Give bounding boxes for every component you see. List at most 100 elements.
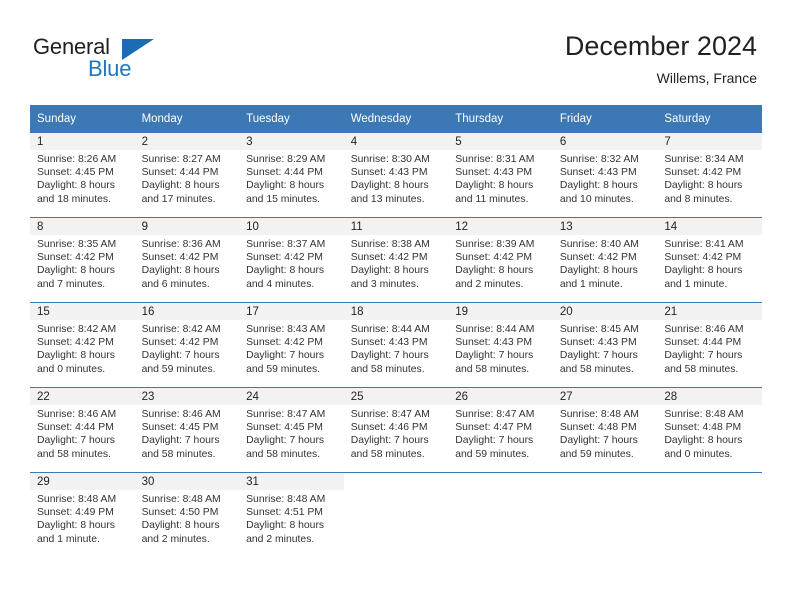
- day-cell[interactable]: 6 Sunrise: 8:32 AM Sunset: 4:43 PM Dayli…: [552, 133, 658, 218]
- day-cell[interactable]: 26 Sunrise: 8:47 AM Sunset: 4:47 PM Dayl…: [448, 387, 553, 473]
- sunset-text: Sunset: 4:46 PM: [350, 422, 428, 434]
- day-number: 16: [134, 303, 240, 320]
- day-cell[interactable]: 17 Sunrise: 8:43 AM Sunset: 4:42 PM Dayl…: [239, 302, 344, 388]
- daylight-text-line1: Daylight: 8 hours: [455, 265, 534, 277]
- day-cell[interactable]: 15 Sunrise: 8:42 AM Sunset: 4:42 PM Dayl…: [30, 302, 135, 388]
- calendar-table: Sunday Monday Tuesday Wednesday Thursday…: [30, 105, 762, 557]
- day-number: 3: [239, 133, 344, 150]
- day-details: Sunrise: 8:48 AM Sunset: 4:48 PM Dayligh…: [553, 405, 658, 461]
- day-details: Sunrise: 8:47 AM Sunset: 4:46 PM Dayligh…: [344, 405, 449, 461]
- daylight-text-line1: Daylight: 8 hours: [37, 520, 115, 532]
- day-cell[interactable]: 10 Sunrise: 8:37 AM Sunset: 4:42 PM Dayl…: [239, 217, 344, 303]
- daylight-text-line2: and 8 minutes.: [664, 193, 733, 205]
- sunrise-text: Sunrise: 8:39 AM: [455, 239, 535, 250]
- day-details: Sunrise: 8:26 AM Sunset: 4:45 PM Dayligh…: [30, 150, 135, 206]
- day-cell[interactable]: 5 Sunrise: 8:31 AM Sunset: 4:43 PM Dayli…: [448, 133, 553, 218]
- day-cell[interactable]: 25 Sunrise: 8:47 AM Sunset: 4:46 PM Dayl…: [343, 387, 449, 473]
- day-number: [344, 473, 449, 490]
- day-details: Sunrise: 8:47 AM Sunset: 4:47 PM Dayligh…: [448, 405, 553, 461]
- week-row: 1 Sunrise: 8:26 AM Sunset: 4:45 PM Dayli…: [30, 133, 762, 218]
- sunrise-text: Sunrise: 8:43 AM: [246, 324, 326, 335]
- daylight-text-line2: and 3 minutes.: [350, 278, 419, 290]
- day-details: Sunrise: 8:41 AM Sunset: 4:42 PM Dayligh…: [657, 235, 762, 291]
- sunset-text: Sunset: 4:42 PM: [246, 337, 323, 349]
- sunset-text: Sunset: 4:42 PM: [141, 252, 219, 264]
- day-cell[interactable]: 31 Sunrise: 8:48 AM Sunset: 4:51 PM Dayl…: [239, 472, 344, 557]
- day-cell[interactable]: 21 Sunrise: 8:46 AM Sunset: 4:44 PM Dayl…: [657, 302, 762, 388]
- logo-text-blue: Blue: [88, 56, 132, 81]
- day-cell[interactable]: 12 Sunrise: 8:39 AM Sunset: 4:42 PM Dayl…: [448, 217, 553, 303]
- day-cell[interactable]: 16 Sunrise: 8:42 AM Sunset: 4:42 PM Dayl…: [134, 302, 240, 388]
- day-cell[interactable]: 7 Sunrise: 8:34 AM Sunset: 4:42 PM Dayli…: [657, 133, 762, 218]
- day-cell[interactable]: 3 Sunrise: 8:29 AM Sunset: 4:44 PM Dayli…: [239, 133, 344, 218]
- daylight-text-line2: and 59 minutes.: [246, 363, 321, 375]
- sunrise-text: Sunrise: 8:27 AM: [141, 154, 221, 165]
- day-number: 9: [134, 218, 240, 235]
- week-row: 29 Sunrise: 8:48 AM Sunset: 4:49 PM Dayl…: [30, 472, 762, 557]
- daylight-text-line2: and 58 minutes.: [141, 448, 216, 460]
- day-details: Sunrise: 8:29 AM Sunset: 4:44 PM Dayligh…: [239, 150, 344, 206]
- day-number: 30: [134, 473, 240, 490]
- day-details: Sunrise: 8:48 AM Sunset: 4:49 PM Dayligh…: [30, 490, 135, 546]
- day-number: 14: [657, 218, 762, 235]
- daylight-text-line2: and 2 minutes.: [455, 278, 524, 290]
- day-cell[interactable]: 14 Sunrise: 8:41 AM Sunset: 4:42 PM Dayl…: [657, 217, 762, 303]
- day-cell[interactable]: 20 Sunrise: 8:45 AM Sunset: 4:43 PM Dayl…: [552, 302, 658, 388]
- daylight-text-line1: Daylight: 8 hours: [246, 265, 325, 277]
- day-details: Sunrise: 8:43 AM Sunset: 4:42 PM Dayligh…: [239, 320, 344, 376]
- day-cell[interactable]: 23 Sunrise: 8:46 AM Sunset: 4:45 PM Dayl…: [134, 387, 240, 473]
- daylight-text-line2: and 1 minute.: [559, 278, 623, 290]
- day-number: [657, 473, 762, 490]
- sunrise-text: Sunrise: 8:41 AM: [664, 239, 744, 250]
- daylight-text-line2: and 58 minutes.: [37, 448, 111, 460]
- sunrise-text: Sunrise: 8:44 AM: [350, 324, 430, 335]
- daylight-text-line1: Daylight: 8 hours: [455, 180, 534, 192]
- day-cell[interactable]: 27 Sunrise: 8:48 AM Sunset: 4:48 PM Dayl…: [552, 387, 658, 473]
- day-cell[interactable]: 19 Sunrise: 8:44 AM Sunset: 4:43 PM Dayl…: [448, 302, 553, 388]
- sunset-text: Sunset: 4:42 PM: [37, 252, 114, 264]
- day-cell[interactable]: 28 Sunrise: 8:48 AM Sunset: 4:48 PM Dayl…: [657, 387, 762, 473]
- sunset-text: Sunset: 4:42 PM: [141, 337, 219, 349]
- daylight-text-line1: Daylight: 7 hours: [246, 435, 325, 447]
- day-number: [448, 473, 553, 490]
- daylight-text-line1: Daylight: 7 hours: [559, 350, 638, 362]
- day-number: 8: [30, 218, 135, 235]
- sunset-text: Sunset: 4:42 PM: [455, 252, 533, 264]
- day-number: 4: [343, 133, 449, 150]
- day-cell[interactable]: 11 Sunrise: 8:38 AM Sunset: 4:42 PM Dayl…: [343, 217, 449, 303]
- day-details: Sunrise: 8:37 AM Sunset: 4:42 PM Dayligh…: [239, 235, 344, 291]
- day-cell[interactable]: 1 Sunrise: 8:26 AM Sunset: 4:45 PM Dayli…: [30, 133, 135, 218]
- sunrise-text: Sunrise: 8:47 AM: [246, 409, 326, 420]
- daylight-text-line1: Daylight: 7 hours: [350, 435, 429, 447]
- weekday-header-row: Sunday Monday Tuesday Wednesday Thursday…: [30, 105, 762, 133]
- day-cell[interactable]: 22 Sunrise: 8:46 AM Sunset: 4:44 PM Dayl…: [30, 387, 135, 473]
- daylight-text-line2: and 58 minutes.: [246, 448, 321, 460]
- day-cell[interactable]: 13 Sunrise: 8:40 AM Sunset: 4:42 PM Dayl…: [552, 217, 658, 303]
- daylight-text-line1: Daylight: 8 hours: [141, 180, 220, 192]
- day-cell[interactable]: 30 Sunrise: 8:48 AM Sunset: 4:50 PM Dayl…: [134, 472, 240, 557]
- day-cell[interactable]: 18 Sunrise: 8:44 AM Sunset: 4:43 PM Dayl…: [343, 302, 449, 388]
- sunrise-text: Sunrise: 8:47 AM: [455, 409, 535, 420]
- day-details: Sunrise: 8:35 AM Sunset: 4:42 PM Dayligh…: [30, 235, 135, 291]
- day-cell[interactable]: 29 Sunrise: 8:48 AM Sunset: 4:49 PM Dayl…: [30, 472, 135, 557]
- daylight-text-line2: and 58 minutes.: [664, 363, 739, 375]
- sunset-text: Sunset: 4:44 PM: [664, 337, 742, 349]
- sunrise-text: Sunrise: 8:35 AM: [37, 239, 117, 250]
- day-cell[interactable]: 8 Sunrise: 8:35 AM Sunset: 4:42 PM Dayli…: [30, 217, 135, 303]
- location-subtitle: Willems, France: [656, 70, 757, 86]
- day-number: 28: [657, 388, 762, 405]
- sunrise-text: Sunrise: 8:29 AM: [246, 154, 326, 165]
- page-header: General Blue December 2024 Willems, Fran…: [0, 0, 792, 100]
- day-details: Sunrise: 8:39 AM Sunset: 4:42 PM Dayligh…: [448, 235, 553, 291]
- sunset-text: Sunset: 4:50 PM: [141, 507, 219, 519]
- day-number: 24: [239, 388, 344, 405]
- day-cell[interactable]: 9 Sunrise: 8:36 AM Sunset: 4:42 PM Dayli…: [134, 217, 240, 303]
- day-cell[interactable]: 2 Sunrise: 8:27 AM Sunset: 4:44 PM Dayli…: [134, 133, 240, 218]
- daylight-text-line1: Daylight: 8 hours: [664, 180, 743, 192]
- day-cell[interactable]: 4 Sunrise: 8:30 AM Sunset: 4:43 PM Dayli…: [343, 133, 449, 218]
- daylight-text-line1: Daylight: 7 hours: [141, 350, 220, 362]
- generalblue-logo[interactable]: General Blue: [33, 35, 163, 87]
- day-cell[interactable]: 24 Sunrise: 8:47 AM Sunset: 4:45 PM Dayl…: [239, 387, 344, 473]
- weekday-header-sunday: Sunday: [30, 105, 135, 133]
- daylight-text-line1: Daylight: 7 hours: [455, 350, 534, 362]
